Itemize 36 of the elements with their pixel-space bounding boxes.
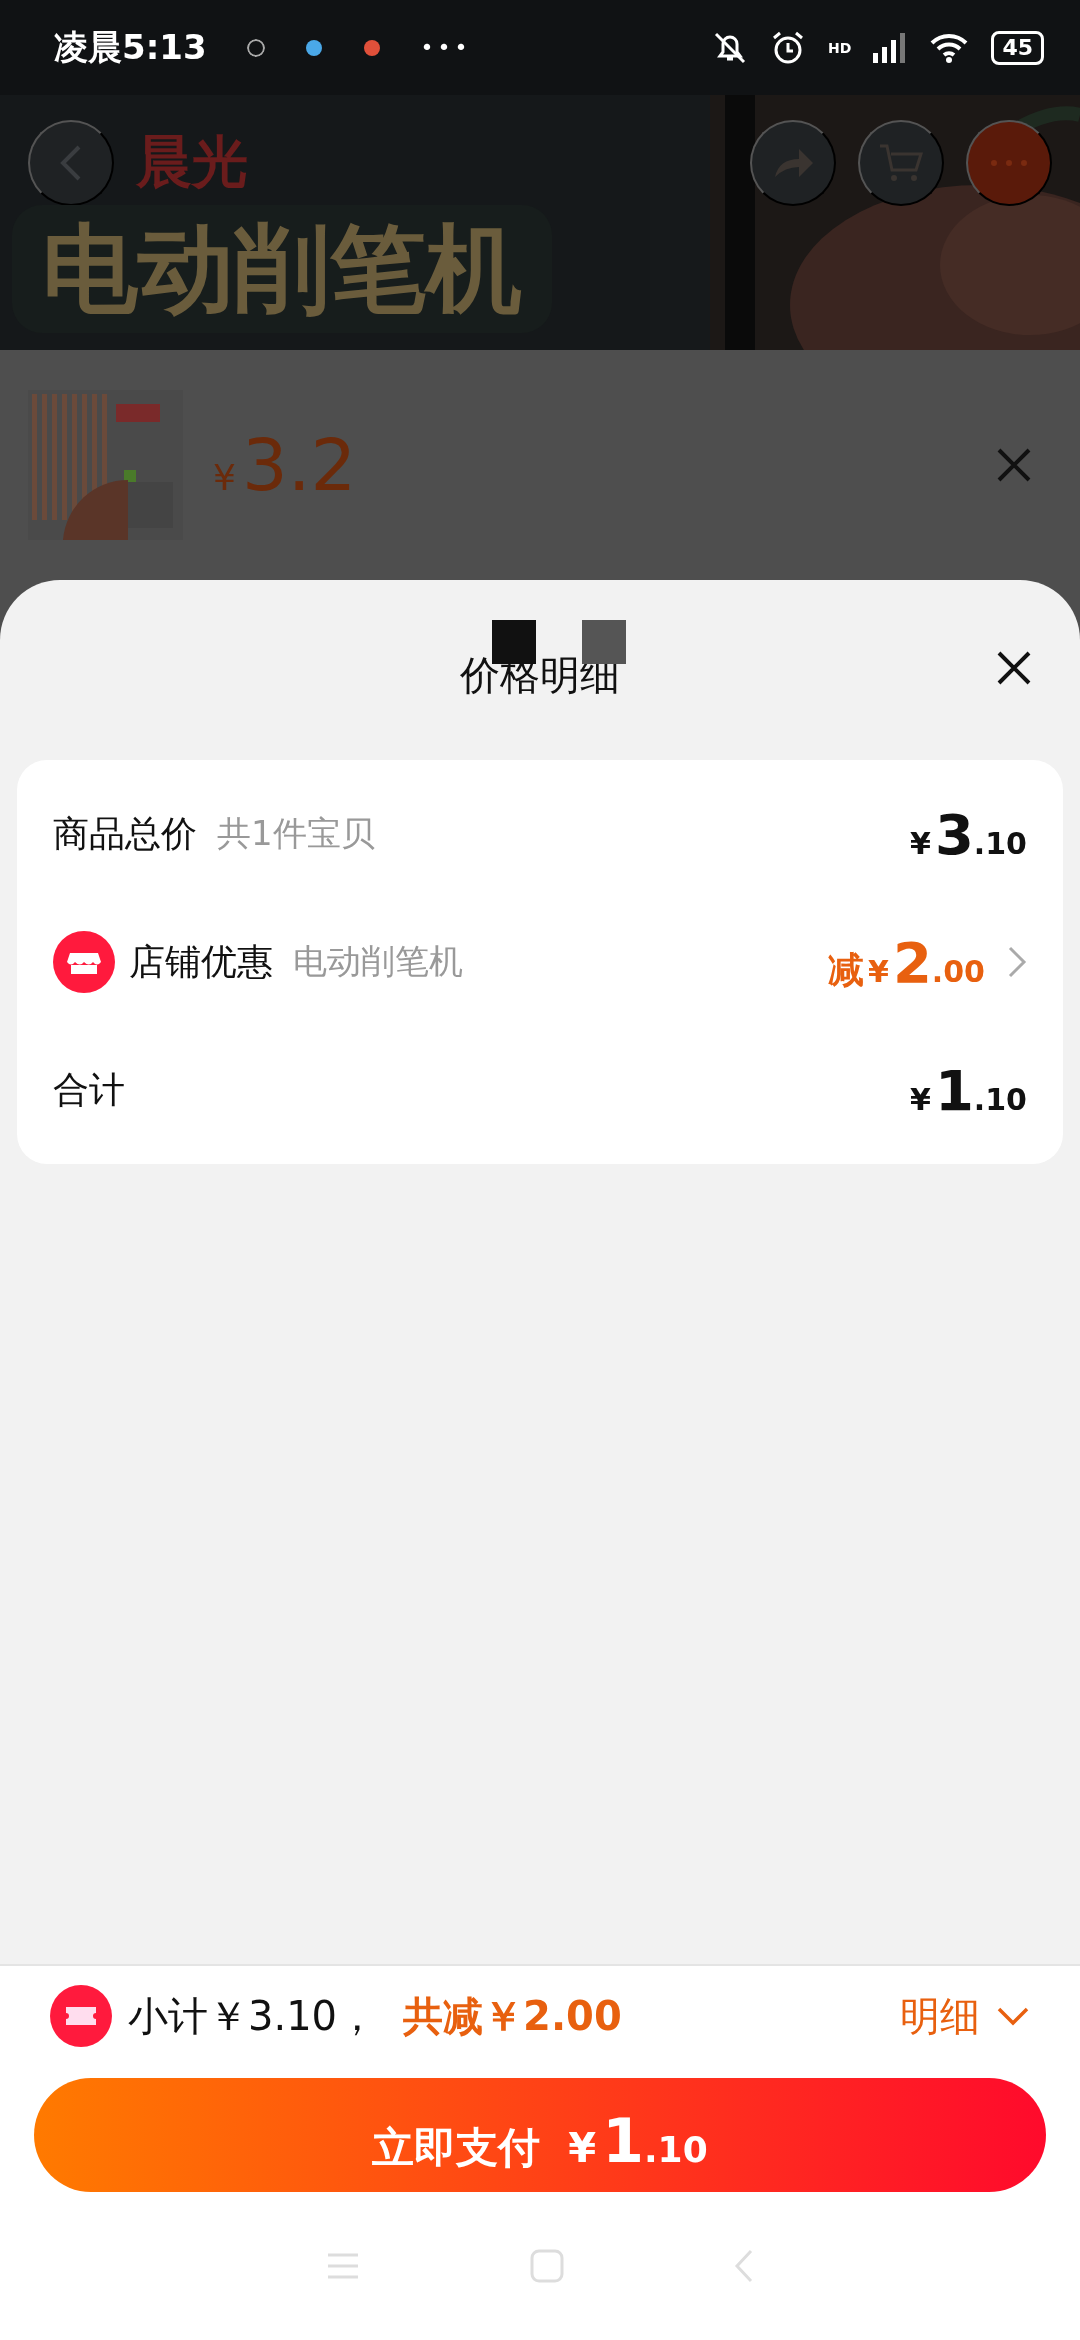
price-amount: 减¥2.00	[828, 929, 985, 995]
banner-title: 电动削笔机	[12, 205, 552, 333]
chevron-right-icon[interactable]	[1007, 945, 1027, 979]
row-label: 店铺优惠	[129, 939, 273, 984]
status-time: 凌晨5:13	[54, 25, 207, 69]
chevron-down-icon	[996, 2006, 1030, 2026]
cart-icon	[878, 142, 924, 184]
brand-logo: 晨光	[136, 128, 248, 196]
more-icon	[989, 159, 1029, 167]
product-price: ¥3.2	[213, 423, 357, 507]
back-icon	[59, 143, 83, 183]
ticket-icon	[50, 1985, 112, 2047]
signal-icon	[873, 32, 908, 63]
row-note: 电动削笔机	[293, 940, 463, 983]
home-icon[interactable]	[530, 2249, 564, 2283]
redaction-mark	[582, 620, 626, 664]
battery-level: 45	[991, 30, 1044, 65]
wifi-icon	[929, 31, 970, 64]
network-label: HD	[828, 39, 852, 56]
row-note: 共1件宝贝	[217, 812, 375, 855]
price-amount: ¥1.10	[910, 1057, 1027, 1123]
row-label: 合计	[53, 1067, 125, 1112]
subtotal-text: 小计￥3.10，	[128, 1991, 378, 2041]
menu-icon[interactable]	[326, 2251, 360, 2281]
details-toggle[interactable]: 明细	[900, 1988, 1030, 2044]
more-notifications: •••	[420, 35, 472, 60]
shop-icon	[53, 931, 115, 993]
discount-total: 共减￥2.00	[403, 1991, 622, 2041]
price-amount: ¥3.10	[910, 801, 1027, 867]
close-icon[interactable]	[996, 650, 1032, 686]
notification-icon	[362, 38, 381, 57]
row-label: 商品总价	[53, 811, 197, 856]
notification-icon	[246, 38, 265, 57]
notification-icon	[304, 38, 323, 57]
pay-button[interactable]: 立即支付 ¥1.10	[34, 2078, 1046, 2192]
back-icon[interactable]	[734, 2249, 754, 2283]
